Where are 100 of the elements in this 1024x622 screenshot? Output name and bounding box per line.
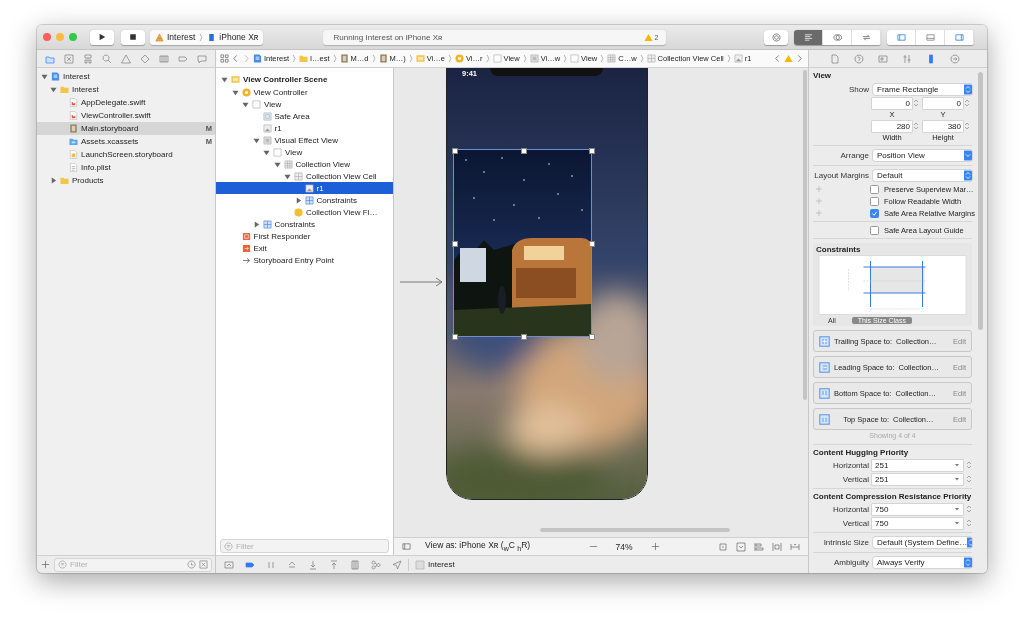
intrinsic-size-popup[interactable]: Default (System Define…	[873, 537, 972, 548]
ambiguity-popup[interactable]: Always Verify	[873, 557, 972, 568]
priority-combo[interactable]: 750	[872, 517, 963, 529]
add-variation-icon[interactable]	[816, 198, 822, 204]
disclosure-triangle[interactable]	[41, 73, 48, 80]
number-field[interactable]: 380	[923, 120, 963, 132]
slider-icon[interactable]	[902, 53, 912, 64]
previous-issue-icon[interactable]	[773, 54, 782, 63]
add-variation-icon[interactable]	[816, 210, 822, 216]
hierarchy-icon[interactable]	[82, 53, 93, 64]
pin-icon[interactable]	[772, 541, 782, 552]
disclosure-triangle[interactable]	[263, 148, 270, 156]
memory-graph-icon[interactable]	[371, 559, 381, 570]
step-out-icon[interactable]	[329, 559, 339, 570]
priority-combo[interactable]: 750	[872, 503, 963, 515]
align-icon[interactable]	[754, 541, 764, 552]
outline-item[interactable]: Storyboard Entry Point	[216, 254, 393, 266]
outline-item[interactable]: Constraints	[216, 218, 393, 230]
outline-item[interactable]: View	[216, 98, 393, 110]
outline-item[interactable]: Constraints	[216, 194, 393, 206]
number-field[interactable]: 280	[872, 120, 912, 132]
stepper-icon[interactable]	[913, 121, 919, 131]
add-variation-icon[interactable]	[816, 186, 822, 192]
disclosure-triangle[interactable]	[50, 86, 57, 93]
close-button[interactable]	[43, 33, 51, 41]
library-button[interactable]	[764, 29, 789, 45]
disclosure-triangle[interactable]	[294, 196, 302, 204]
checkbox[interactable]	[870, 184, 879, 194]
file-item[interactable]: LaunchScreen.storyboard	[37, 148, 215, 161]
outline-item[interactable]: Safe Area	[216, 110, 393, 122]
stepper-icon[interactable]	[964, 98, 970, 108]
show-popup[interactable]: Frame Rectangle	[873, 84, 972, 95]
scroll-bar[interactable]	[803, 70, 807, 400]
file-item[interactable]: ViewController.swift	[37, 109, 215, 122]
device-configuration-button[interactable]: View as: iPhone Xʀ ($_{w}$C $_{h}$R)	[425, 540, 531, 553]
disclosure-triangle[interactable]	[252, 220, 260, 228]
view-debugger-icon[interactable]	[350, 559, 360, 570]
arrange-popup[interactable]: Position View	[873, 150, 972, 161]
checkbox[interactable]	[870, 225, 879, 235]
outline-item[interactable]: View	[216, 146, 393, 158]
breakpoint-icon[interactable]	[245, 559, 255, 570]
stepper-icon[interactable]	[966, 504, 972, 514]
folder-icon[interactable]	[44, 53, 55, 64]
stepper-icon[interactable]	[966, 474, 972, 484]
outline-item[interactable]: Exit	[216, 242, 393, 254]
number-field[interactable]: 0	[872, 97, 912, 109]
search-icon[interactable]	[101, 53, 112, 64]
outline-item[interactable]: r1	[216, 122, 393, 134]
disclosure-triangle[interactable]	[50, 177, 57, 184]
warning-icon[interactable]	[784, 54, 793, 63]
disclosure-triangle[interactable]	[231, 88, 239, 96]
outline-item[interactable]: r1	[216, 182, 393, 194]
run-button[interactable]	[90, 29, 114, 45]
file-item[interactable]: Interest	[37, 70, 215, 83]
inspector-toggle-button[interactable]	[945, 29, 975, 45]
outline-item[interactable]: Collection View Fl…	[216, 206, 393, 218]
forward-icon[interactable]	[242, 54, 251, 63]
outline-toggle-icon[interactable]	[402, 542, 411, 551]
add-icon[interactable]	[41, 560, 50, 569]
version-editor-button[interactable]	[852, 29, 882, 45]
scroll-bar[interactable]	[540, 528, 730, 532]
warning-icon[interactable]	[643, 32, 653, 42]
location-icon[interactable]	[392, 559, 402, 570]
outline-item[interactable]: Collection View Cell	[216, 170, 393, 182]
embed-icon[interactable]	[736, 541, 746, 552]
navigator-toggle-button[interactable]	[887, 29, 917, 45]
standard-editor-button[interactable]	[794, 29, 824, 45]
debug-area-toggle-button[interactable]	[916, 29, 946, 45]
help-icon[interactable]	[854, 53, 864, 64]
stepper-icon[interactable]	[966, 518, 972, 528]
zoom-button[interactable]	[69, 33, 77, 41]
step-over-icon[interactable]	[287, 559, 297, 570]
scheme-selector[interactable]: Interest iPhone Xʀ	[150, 29, 264, 45]
assistant-editor-button[interactable]	[823, 29, 853, 45]
file-item[interactable]: Products	[37, 174, 215, 187]
outline-item[interactable]: Visual Effect View	[216, 134, 393, 146]
update-frames-icon[interactable]	[718, 541, 728, 552]
minimize-button[interactable]	[56, 33, 64, 41]
gauge-icon[interactable]	[159, 53, 170, 64]
file-item[interactable]: Interest	[37, 83, 215, 96]
stepper-icon[interactable]	[964, 121, 970, 131]
priority-combo[interactable]: 251	[872, 459, 963, 471]
disclosure-triangle[interactable]	[242, 100, 249, 108]
resolve-icon[interactable]	[790, 541, 800, 552]
number-field[interactable]: 0	[923, 97, 963, 109]
identity-card-icon[interactable]	[878, 53, 888, 64]
file-item[interactable]: AppDelegate.swift	[37, 96, 215, 109]
related-items-icon[interactable]	[220, 54, 229, 63]
disclosure-triangle[interactable]	[221, 75, 228, 83]
disclosure-triangle[interactable]	[284, 172, 291, 180]
outline-item[interactable]: First Responder	[216, 230, 393, 242]
source-control-filter-icon[interactable]	[199, 560, 208, 569]
stop-button[interactable]	[121, 29, 145, 45]
speech-bubble-icon[interactable]	[197, 53, 208, 64]
disclosure-triangle[interactable]	[273, 160, 281, 168]
recent-files-icon[interactable]	[187, 560, 196, 569]
back-icon[interactable]	[231, 54, 240, 63]
checkbox[interactable]	[870, 208, 879, 218]
next-issue-icon[interactable]	[795, 54, 804, 63]
connections-icon[interactable]	[950, 53, 960, 64]
